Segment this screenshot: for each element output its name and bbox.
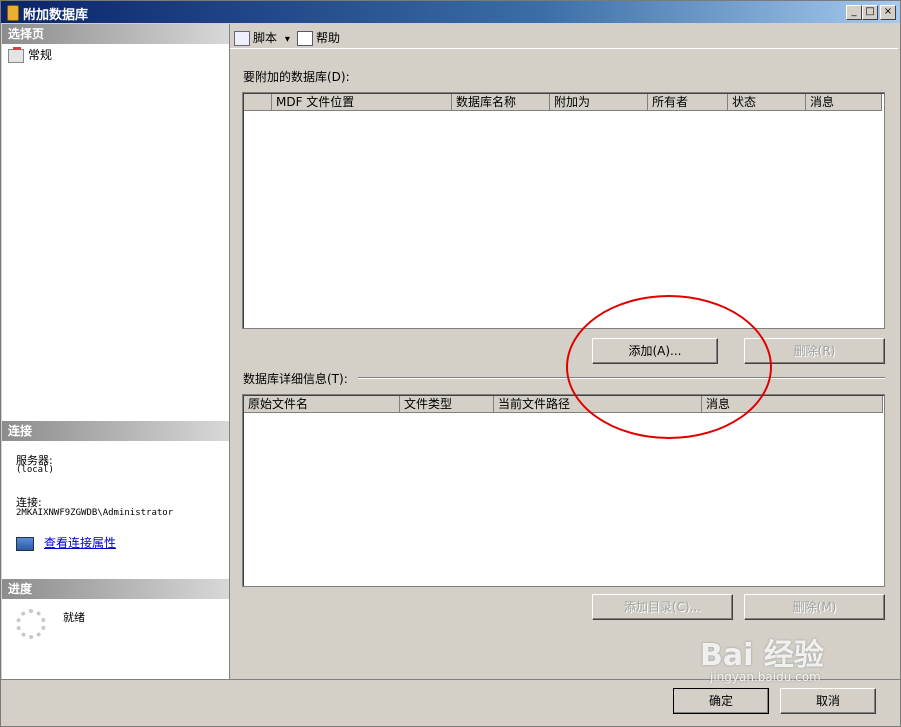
cancel-button[interactable]: 取消: [780, 688, 876, 714]
remove-database-button[interactable]: 删除(R): [744, 338, 885, 364]
progress-spinner-icon: [16, 609, 46, 639]
connection-properties-icon: [16, 536, 34, 551]
script-icon: [234, 31, 250, 46]
left-pane: 选择页 常规 连接 服务器: (local) 连接: 2MKAIXNWF9ZGW…: [2, 24, 230, 679]
maximize-button[interactable]: □: [862, 5, 878, 20]
database-details-grid[interactable]: 原始文件名 文件类型 当前文件路径 消息: [242, 394, 885, 587]
minimize-button[interactable]: _: [846, 5, 862, 20]
database-details-label: 数据库详细信息(T):: [243, 372, 348, 386]
script-label: 脚本: [253, 31, 278, 45]
details-grid-header: 原始文件名 文件类型 当前文件路径 消息: [244, 396, 883, 413]
add-catalog-button[interactable]: 添加目录(C)...: [592, 594, 733, 620]
column-header-mdf-location[interactable]: MDF 文件位置: [272, 94, 452, 111]
view-connection-properties[interactable]: 查看连接属性: [16, 534, 116, 551]
database-icon: [7, 5, 19, 21]
databases-grid-header: MDF 文件位置 数据库名称 附加为 所有者 状态 消息: [244, 94, 882, 111]
column-header-details-message[interactable]: 消息: [702, 396, 883, 413]
column-header-status[interactable]: 状态: [728, 94, 806, 111]
chevron-down-icon[interactable]: ▾: [285, 34, 290, 45]
details-separator: [358, 377, 885, 379]
help-icon: [297, 31, 313, 46]
column-header-message[interactable]: 消息: [806, 94, 882, 111]
column-header-current-file-path[interactable]: 当前文件路径: [494, 396, 702, 413]
nav-item-general[interactable]: 常规: [8, 46, 52, 63]
ok-button[interactable]: 确定: [673, 688, 769, 714]
help-label: 帮助: [316, 31, 341, 45]
view-connection-properties-link[interactable]: 查看连接属性: [44, 536, 116, 550]
column-header-owner[interactable]: 所有者: [648, 94, 728, 111]
connection-header: 连接: [2, 421, 229, 441]
databases-to-attach-grid[interactable]: MDF 文件位置 数据库名称 附加为 所有者 状态 消息: [242, 92, 885, 329]
progress-header: 进度: [2, 579, 229, 599]
toolbar: 脚本 ▾ 帮助: [230, 26, 900, 48]
column-header-file-type[interactable]: 文件类型: [400, 396, 494, 413]
general-page: 要附加的数据库(D): MDF 文件位置 数据库名称 附加为 所有者 状态 消息…: [230, 48, 898, 679]
column-header-database-name[interactable]: 数据库名称: [452, 94, 550, 111]
column-header-original-file-name[interactable]: 原始文件名: [244, 396, 400, 413]
close-button[interactable]: ×: [880, 5, 896, 20]
databases-to-attach-label: 要附加的数据库(D):: [243, 70, 350, 84]
right-pane: 脚本 ▾ 帮助 要附加的数据库(D): MDF 文件位置 数据库名称 附加为 所…: [230, 24, 900, 679]
attach-database-window: 附加数据库 _ □ × 选择页 常规 连接 服务器: (local) 连接: 2…: [0, 0, 901, 727]
script-button[interactable]: 脚本 ▾: [234, 29, 290, 46]
page-icon: [8, 46, 24, 63]
nav-item-label: 常规: [28, 48, 53, 62]
dialog-footer: 确定 取消: [1, 679, 900, 726]
add-database-button[interactable]: 添加(A)...: [592, 338, 718, 364]
help-button[interactable]: 帮助: [297, 29, 340, 46]
column-header-attach-as[interactable]: 附加为: [550, 94, 648, 111]
column-header-select[interactable]: [244, 94, 272, 111]
server-value: (local): [16, 465, 54, 475]
title-bar[interactable]: 附加数据库 _ □ ×: [1, 1, 900, 23]
remove-detail-button[interactable]: 删除(M): [744, 594, 885, 620]
connection-value: 2MKAIXNWF9ZGWDB\Administrator: [16, 508, 174, 518]
select-page-header: 选择页: [2, 24, 229, 44]
progress-status: 就绪: [63, 611, 85, 624]
window-title: 附加数据库: [23, 8, 89, 23]
